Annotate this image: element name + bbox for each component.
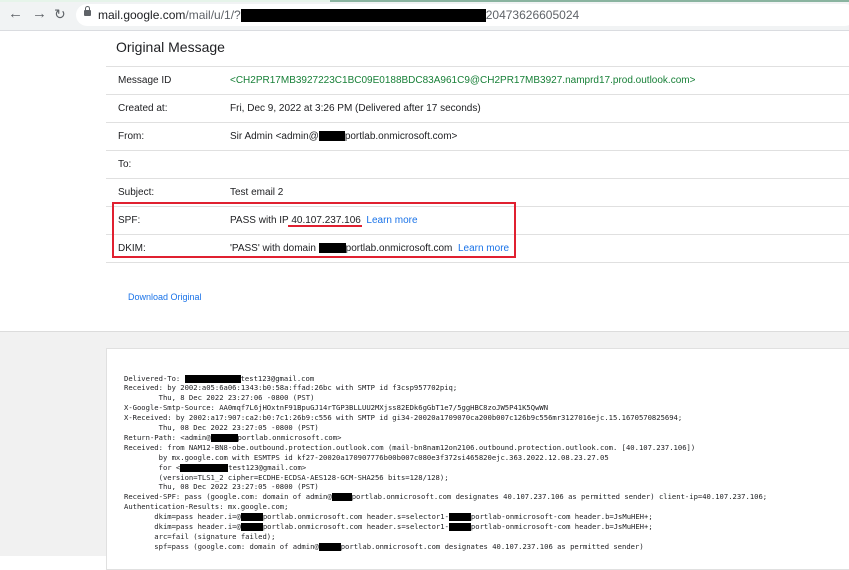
raw-line: X-Received: by 2002:a17:907:ca2:b0:7c1:2… xyxy=(124,413,683,422)
address-bar[interactable]: mail.google.com/mail/u/1/? 20473626605024 xyxy=(76,4,849,26)
lock-icon xyxy=(84,6,91,16)
reload-icon[interactable]: ↻ xyxy=(54,6,66,22)
raw-line: arc=fail (signature failed); xyxy=(124,532,276,541)
redacted-block xyxy=(240,513,263,521)
from-row: From: Sir Admin <admin@ portlab.onmicroso… xyxy=(106,123,849,151)
raw-line: Return-Path: <admin@ portlab.onmicrosoft.… xyxy=(124,433,342,442)
raw-line: for < test123@gmail.com> xyxy=(124,463,307,472)
redacted-block xyxy=(184,375,241,383)
spf-dkim-highlight-box xyxy=(112,202,516,258)
url-text: mail.google.com/mail/u/1/? 20473626605024 xyxy=(98,8,580,23)
raw-line: Received: from NAM12-BN8-obe.outbound.pr… xyxy=(124,443,696,452)
from-label: From: xyxy=(118,131,145,142)
created-at-row: Created at: Fri, Dec 9, 2022 at 3:26 PM … xyxy=(106,95,849,123)
raw-line: Thu, 08 Dec 2022 23:27:05 -0800 (PST) xyxy=(124,482,319,491)
redacted-block xyxy=(210,434,238,442)
redacted-block xyxy=(318,131,345,142)
ip-underline xyxy=(288,225,362,227)
raw-line: (version=TLS1_2 cipher=ECDHE-ECDSA-AES12… xyxy=(124,473,449,482)
raw-line: X-Google-Smtp-Source: AA0mqf7L6jHOxtnF91… xyxy=(124,403,549,412)
raw-line: Thu, 8 Dec 2022 23:27:06 -0800 (PST) xyxy=(124,393,315,402)
from-value: Sir Admin <admin@ portlab.onmicrosoft.com… xyxy=(230,131,458,142)
redacted-block xyxy=(180,464,229,472)
page-load-progress xyxy=(0,0,849,2)
raw-line: dkim=pass header.i=@ portlab.onmicrosoft.… xyxy=(124,522,653,531)
message-id-label: Message ID xyxy=(118,75,172,86)
raw-line: dkim=pass header.i=@ portlab.onmicrosoft.… xyxy=(124,512,653,521)
raw-line: Delivered-To: test123@gmail.com xyxy=(124,374,315,383)
raw-line: spf=pass (google.com: domain of admin@ po… xyxy=(124,542,644,551)
page-title: Original Message xyxy=(116,39,225,55)
raw-line: Received: by 2002:a05:6a06:1343:b0:58a:f… xyxy=(124,383,458,392)
raw-line: Thu, 08 Dec 2022 23:27:05 -0800 (PST) xyxy=(124,423,319,432)
message-id-value: <CH2PR17MB3927223C1BC09E0188BDC83A961C9@… xyxy=(230,75,696,86)
redacted-block xyxy=(240,9,486,23)
raw-line: Received-SPF: pass (google.com: domain o… xyxy=(124,492,768,501)
message-id-row: Message ID <CH2PR17MB3927223C1BC09E0188B… xyxy=(106,67,849,95)
redacted-block xyxy=(448,523,471,531)
subject-label: Subject: xyxy=(118,187,155,198)
redacted-block xyxy=(448,513,471,521)
raw-line: Authentication-Results: mx.google.com; xyxy=(124,502,289,511)
browser-toolbar: ← → ↻ mail.google.com/mail/u/1/? 20473626… xyxy=(0,0,849,31)
arrow-right-icon[interactable]: → xyxy=(32,6,47,22)
download-original-link[interactable]: Download Original xyxy=(128,292,202,302)
redacted-block xyxy=(240,523,263,531)
created-at-value: Fri, Dec 9, 2022 at 3:26 PM (Delivered a… xyxy=(230,103,481,114)
to-row: To: xyxy=(106,151,849,179)
to-label: To: xyxy=(118,159,132,170)
redacted-block xyxy=(318,543,341,551)
arrow-left-icon[interactable]: ← xyxy=(8,6,23,22)
redacted-block xyxy=(331,493,352,501)
raw-line: by mx.google.com with ESMTPS id kf27-200… xyxy=(124,453,609,462)
created-at-label: Created at: xyxy=(118,103,168,114)
subject-value: Test email 2 xyxy=(230,187,284,198)
